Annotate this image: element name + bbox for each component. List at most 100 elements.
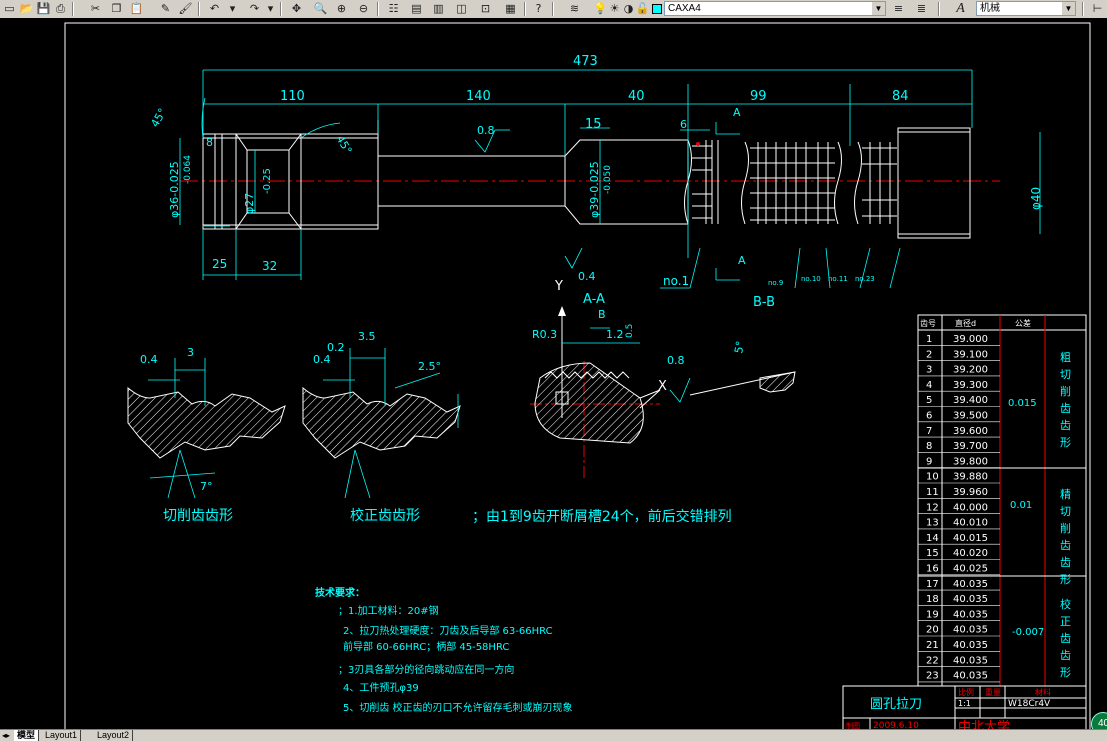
- group-label-char: 正: [1060, 615, 1071, 628]
- table-cell-dia: 39.000: [953, 334, 988, 345]
- dim-140: 140: [466, 89, 491, 104]
- layer-manager-icon[interactable]: ≋: [566, 1, 583, 16]
- table-cell-no: 19: [926, 609, 939, 620]
- tab-nav-arrows[interactable]: ◂▸: [2, 730, 10, 741]
- dia-39: φ39-0.025: [588, 161, 601, 218]
- chevron-down-icon[interactable]: ▼: [872, 2, 885, 15]
- dim-99: 99: [750, 89, 767, 104]
- label-25deg: 2.5°: [418, 360, 441, 373]
- table-cell-dia: 39.100: [953, 349, 988, 360]
- layer-name: CAXA4: [668, 3, 701, 14]
- new-file-icon[interactable]: ▭: [1, 1, 18, 16]
- sheet-set-icon[interactable]: ◫: [453, 1, 470, 16]
- text-style-icon[interactable]: A: [952, 1, 969, 16]
- table-cell-no: 8: [926, 441, 932, 452]
- layout-tabs: ◂▸ 模型 Layout1 Layout2: [0, 729, 1107, 741]
- open-file-icon[interactable]: 📂: [18, 1, 35, 16]
- tol-1: 0.015: [1008, 398, 1037, 409]
- text-style-select[interactable]: 机械 ▼: [976, 1, 1076, 16]
- separator: [1082, 2, 1084, 16]
- markup-icon[interactable]: ⊡: [477, 1, 494, 16]
- zoom-window-icon[interactable]: ⊕: [333, 1, 350, 16]
- zoom-previous-icon[interactable]: ⊖: [355, 1, 372, 16]
- layer-previous-icon[interactable]: ≣: [913, 1, 930, 16]
- table-header-dia: 直径d: [955, 318, 976, 328]
- match-properties-icon[interactable]: ✎: [157, 1, 174, 16]
- group-label-char: 齿: [1060, 539, 1071, 552]
- cut-icon[interactable]: ✂: [87, 1, 104, 16]
- cutting-tooth-profile: 0.4 3 7° 切削齿齿形: [127, 346, 286, 524]
- label-7deg: 7°: [200, 480, 213, 493]
- tooth-table: 齿号 直径d 公差 1 39.000 2 39.100 3 39.200 4 39.300 5 3…: [917, 314, 1087, 687]
- table-cell-no: 7: [926, 426, 932, 437]
- section-b-b: B-B 0.8 5°: [667, 295, 796, 403]
- label-no10: no.10: [801, 275, 821, 283]
- tech-2b: 前导部 60-66HRC；柄部 45-58HRC: [343, 640, 509, 653]
- brush-icon[interactable]: 🖌: [177, 1, 194, 16]
- group-label-char: 齿: [1060, 402, 1071, 415]
- calculator-icon[interactable]: ▦: [502, 1, 519, 16]
- label-r03: R0.3: [532, 328, 557, 341]
- make-layer-current-icon[interactable]: ≡: [890, 1, 907, 16]
- text-style-name: 机械: [980, 3, 1000, 14]
- table-cell-dia: 39.960: [953, 487, 988, 498]
- title-date: 2009.6.10: [873, 721, 919, 729]
- design-center-icon[interactable]: ▤: [408, 1, 425, 16]
- group-label-char: 形: [1060, 573, 1071, 586]
- label-cut: 切削齿齿形: [163, 508, 233, 524]
- tab-layout2[interactable]: Layout2: [94, 730, 134, 741]
- help-icon[interactable]: ?: [530, 1, 547, 16]
- tech-3: ；3刃具各部分的径向跳动应在同一方向: [338, 663, 514, 676]
- table-cell-dia: 39.500: [953, 411, 988, 422]
- tab-model[interactable]: 模型: [14, 730, 40, 741]
- title-block: 圆孔拉刀 比例 重量 材料 1:1 W18Cr4V 制图 2009.6.10 中…: [842, 685, 1087, 735]
- drawing-canvas[interactable]: 473 110 140 40 99 84 15 6 8 25 32 45° 45…: [0, 18, 1107, 739]
- tech-title: 技术要求：: [315, 586, 365, 599]
- layer-color-icon[interactable]: [648, 1, 665, 16]
- drawing-svg: 473 110 140 40 99 84 15 6 8 25 32 45° 45…: [64, 22, 1091, 739]
- separator: [938, 2, 940, 16]
- table-cell-no: 3: [926, 365, 932, 376]
- copy-icon[interactable]: ❐: [108, 1, 125, 16]
- dim-32: 32: [262, 259, 277, 273]
- table-cell-no: 1: [926, 334, 932, 345]
- dim-84: 84: [892, 89, 909, 104]
- title-school: 中北大学: [958, 719, 1010, 729]
- print-icon[interactable]: ⎙: [52, 1, 69, 16]
- table-cell-dia: 39.700: [953, 441, 988, 452]
- dim-40: 40: [628, 89, 645, 104]
- pan-icon[interactable]: ✥: [288, 1, 305, 16]
- chevron-down-icon[interactable]: ▼: [1062, 2, 1075, 15]
- cutting-teeth: [684, 127, 971, 239]
- tech-4: 4、工件预孔φ39: [343, 682, 419, 694]
- table-cell-no: 16: [926, 564, 939, 575]
- title-material: W18Cr4V: [1008, 699, 1051, 709]
- separator: [377, 2, 379, 16]
- table-cell-dia: 40.035: [953, 579, 988, 590]
- properties-icon[interactable]: ☷: [385, 1, 402, 16]
- table-cell-dia: 39.400: [953, 395, 988, 406]
- title-scale-label: 比例: [958, 687, 974, 697]
- undo-dropdown-icon[interactable]: ▾: [224, 1, 241, 16]
- table-cell-no: 18: [926, 594, 939, 605]
- undo-icon[interactable]: ↶: [206, 1, 223, 16]
- title-scale: 1:1: [958, 699, 971, 708]
- label-no9: no.9: [768, 279, 783, 287]
- layer-select[interactable]: CAXA4 ▼: [664, 1, 886, 16]
- group-label-char: 削: [1060, 384, 1071, 398]
- redo-dropdown-icon[interactable]: ▾: [262, 1, 279, 16]
- paste-icon[interactable]: 📋: [128, 1, 145, 16]
- dimension-style-icon[interactable]: ⊢: [1089, 1, 1106, 16]
- label-5deg: 5°: [732, 340, 747, 355]
- dim-110: 110: [280, 89, 305, 104]
- dim-15: 15: [585, 117, 602, 132]
- tech-2: 2、拉刀热处理硬度：刀齿及后导部 63-66HRC: [343, 624, 553, 637]
- label-04b: 0.4: [140, 353, 158, 366]
- tab-layout1[interactable]: Layout1: [42, 730, 82, 741]
- zoom-realtime-icon[interactable]: 🔍: [312, 1, 329, 16]
- save-icon[interactable]: 💾: [35, 1, 52, 16]
- tool-palettes-icon[interactable]: ▥: [430, 1, 447, 16]
- redo-icon[interactable]: ↷: [246, 1, 263, 16]
- dia-40: φ40: [1029, 187, 1043, 210]
- title-name: 圆孔拉刀: [870, 697, 922, 712]
